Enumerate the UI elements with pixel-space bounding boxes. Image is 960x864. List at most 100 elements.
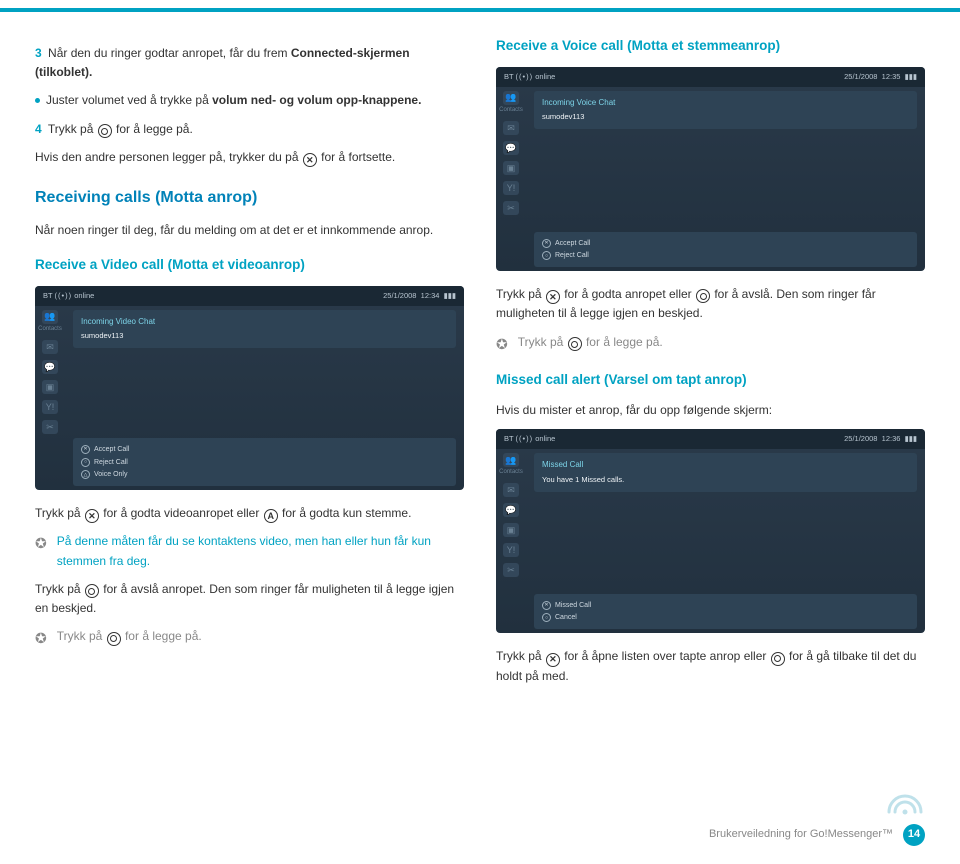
heading-video-call: Receive a Video call (Motta et videoanro… <box>35 254 464 276</box>
o-icon: ○ <box>542 613 551 622</box>
screenshot-sidebar: 👥 Contacts ✉ 💬 ▣ Y! ✂ <box>35 306 65 490</box>
missed-action-line: Trykk på for å åpne listen over tapte an… <box>496 647 925 686</box>
footer-text: Brukerveiledning for Go!Messenger™ <box>709 826 893 844</box>
screenshot-topbar: BT ((•)) online 25/1/2008 12:35 ▮▮▮ <box>496 67 925 87</box>
x-icon: ✕ <box>81 445 90 454</box>
decline-line: Trykk på for å avslå anropet. Den som ri… <box>35 580 464 618</box>
mail-icon: ✉ <box>503 121 519 135</box>
action-panel: ✕Accept Call ○Reject Call △Voice Only <box>73 438 456 486</box>
panel-contact: sumodev113 <box>81 330 448 342</box>
voice-accept-line: Trykk på for å godta anropet eller for å… <box>496 285 925 324</box>
chat-icon: 💬 <box>503 141 519 155</box>
tools-icon: ✂ <box>503 563 519 577</box>
time: 12:36 <box>882 434 901 443</box>
video-note-text: På denne måten får du se kontaktens vide… <box>57 532 464 570</box>
circle-o-icon <box>568 337 582 351</box>
btn-accept: Accept Call <box>555 238 590 249</box>
mail-icon: ✉ <box>503 483 519 497</box>
missed-paragraph: Hvis du mister et anrop, får du opp følg… <box>496 401 925 420</box>
date: 25/1/2008 <box>844 72 877 81</box>
panel-title: Incoming Voice Chat <box>542 97 909 110</box>
panel-msg: You have 1 Missed calls. <box>542 474 909 486</box>
continue-pre: Hvis den andre personen legger på, trykk… <box>35 150 302 164</box>
bullet-icon <box>35 98 40 103</box>
status: online <box>74 291 94 300</box>
step-4-pre: Trykk på <box>48 122 97 136</box>
heading-voice-call: Receive a Voice call (Motta et stemmeanr… <box>496 35 925 57</box>
t1: Trykk på <box>35 582 84 596</box>
btn-cancel: Cancel <box>555 612 577 623</box>
date: 25/1/2008 <box>383 291 416 300</box>
o-icon: ○ <box>542 251 551 260</box>
time: 12:35 <box>882 72 901 81</box>
continue-line: Hvis den andre personen legger på, trykk… <box>35 148 464 168</box>
screenshot-topbar: BT ((•)) online 25/1/2008 12:34 ▮▮▮ <box>35 286 464 306</box>
y-icon: Y! <box>503 543 519 557</box>
circle-x-icon <box>546 290 560 304</box>
incoming-panel: Incoming Video Chat sumodev113 <box>73 310 456 349</box>
action-panel: ✕Missed Call ○Cancel <box>534 594 917 629</box>
wifi-logo-icon <box>885 796 925 816</box>
top-teal-bar <box>0 8 960 12</box>
btn-voice-only: Voice Only <box>94 469 127 480</box>
voice-hangup-line: ✪ Trykk på for å legge på. <box>496 333 925 355</box>
t1: Trykk på <box>496 287 545 301</box>
page-footer: Brukerveiledning for Go!Messenger™ 14 <box>709 824 925 846</box>
t2: for å legge på. <box>583 335 663 349</box>
step-number: 3 <box>35 46 42 60</box>
btn-missed: Missed Call <box>555 600 591 611</box>
circle-o-icon <box>85 584 99 598</box>
star-icon: ✪ <box>35 627 47 649</box>
y-icon: Y! <box>503 181 519 195</box>
btn-accept: Accept Call <box>94 444 129 455</box>
status: online <box>535 434 555 443</box>
t2: for å åpne listen over tapte anrop eller <box>561 649 770 663</box>
panel-contact: sumodev113 <box>542 111 909 123</box>
action-panel: ✕Accept Call ○Reject Call <box>534 232 917 267</box>
circle-x-icon <box>546 653 560 667</box>
t2: for å legge på. <box>122 629 202 643</box>
step-3: 3 Når den du ringer godtar anropet, får … <box>35 44 464 82</box>
o-icon: ○ <box>81 458 90 467</box>
circle-x-icon <box>303 153 317 167</box>
camera-icon: ▣ <box>503 161 519 175</box>
panel-title: Missed Call <box>542 459 909 472</box>
hangup-line: ✪ Trykk på for å legge på. <box>35 627 464 649</box>
screenshot-voice-call: BT ((•)) online 25/1/2008 12:35 ▮▮▮ 👥 Co… <box>496 67 925 271</box>
contacts-icon: 👥 <box>42 310 58 324</box>
t1: Trykk på <box>35 506 84 520</box>
circle-a-icon <box>264 509 278 523</box>
incoming-panel: Incoming Voice Chat sumodev113 <box>534 91 917 130</box>
missed-panel: Missed Call You have 1 Missed calls. <box>534 453 917 492</box>
circle-x-icon <box>85 509 99 523</box>
heading-missed-call: Missed call alert (Varsel om tapt anrop) <box>496 369 925 391</box>
left-column: 3 Når den du ringer godtar anropet, får … <box>35 35 464 695</box>
contacts-label: Contacts <box>499 106 523 116</box>
camera-icon: ▣ <box>503 523 519 537</box>
step-3-pre: Når den du ringer godtar anropet, får du… <box>48 46 291 60</box>
screenshot-sidebar: 👥 Contacts ✉ 💬 ▣ Y! ✂ <box>496 87 526 271</box>
circle-o-icon <box>696 289 710 303</box>
btn-reject: Reject Call <box>555 250 589 261</box>
status: online <box>535 72 555 81</box>
camera-icon: ▣ <box>42 380 58 394</box>
right-column: Receive a Voice call (Motta et stemmeanr… <box>496 35 925 695</box>
step-number: 4 <box>35 122 42 136</box>
video-note: ✪ På denne måten får du se kontaktens vi… <box>35 532 464 570</box>
screenshot-missed-call: BT ((•)) online 25/1/2008 12:36 ▮▮▮ 👥 Co… <box>496 429 925 633</box>
star-icon: ✪ <box>496 333 508 355</box>
t1: Trykk på <box>518 335 567 349</box>
mail-icon: ✉ <box>42 340 58 354</box>
tools-icon: ✂ <box>42 420 58 434</box>
time: 12:34 <box>421 291 440 300</box>
bullet-bold: volum ned- og volum opp-knappene. <box>212 93 421 107</box>
screenshot-sidebar: 👥 Contacts ✉ 💬 ▣ Y! ✂ <box>496 449 526 633</box>
date: 25/1/2008 <box>844 434 877 443</box>
t1: Trykk på <box>496 649 545 663</box>
tri-icon: △ <box>81 470 90 479</box>
tools-icon: ✂ <box>503 201 519 215</box>
continue-post: for å fortsette. <box>318 150 395 164</box>
panel-title: Incoming Video Chat <box>81 316 448 329</box>
receiving-paragraph: Når noen ringer til deg, får du melding … <box>35 221 464 240</box>
heading-receiving-calls: Receiving calls (Motta anrop) <box>35 185 464 211</box>
